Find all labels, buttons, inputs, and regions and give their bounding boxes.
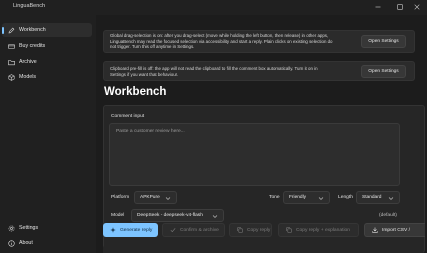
- generate-reply-label: Generate reply: [120, 227, 153, 233]
- sidebar-item-about[interactable]: About: [2, 236, 92, 250]
- gear-icon: [7, 224, 15, 232]
- chevron-down-icon: [212, 215, 218, 218]
- import-icon: [371, 227, 378, 234]
- sidebar-item-models[interactable]: Models: [2, 70, 92, 84]
- sidebar-item-buy-credits[interactable]: Buy credits: [2, 39, 92, 53]
- comment-input[interactable]: Paste a customer review here...: [109, 123, 400, 186]
- window-title: LinguaBench: [13, 3, 46, 9]
- copy-reply-explanation-label: Copy reply + explanation: [296, 227, 350, 233]
- sidebar-item-label: Archive: [19, 59, 37, 65]
- sparkle-icon: [109, 227, 116, 234]
- model-select[interactable]: DeepSeek - deepseek-v4-flash: [131, 209, 224, 222]
- pencil-icon: [7, 26, 15, 34]
- length-value: Standard: [362, 195, 382, 200]
- sidebar: Workbench Buy credits Archive Models Set…: [0, 15, 96, 253]
- sidebar-item-label: About: [19, 240, 33, 246]
- import-csv-button[interactable]: Import CSV /: [364, 223, 427, 237]
- close-button[interactable]: [407, 0, 427, 15]
- copy-reply-label: Copy reply: [247, 227, 271, 233]
- sidebar-item-label: Workbench: [19, 27, 46, 33]
- comment-input-label: Comment input: [111, 114, 145, 119]
- close-icon: [414, 4, 420, 10]
- copy-reply-button[interactable]: Copy reply: [229, 223, 272, 237]
- banner-text-line: not trigger. Turn this off anytime in Se…: [110, 44, 195, 49]
- info-icon: [7, 239, 15, 247]
- cube-icon: [7, 73, 15, 81]
- maximize-icon: [397, 4, 403, 10]
- confirm-archive-label: Confirm & archive: [180, 227, 219, 233]
- title-bar: LinguaBench: [0, 0, 427, 15]
- model-value: DeepSeek - deepseek-v4-flash: [137, 213, 203, 218]
- check-icon: [169, 227, 176, 234]
- clipboard-banner: Clipboard pre-fill is off: the app will …: [103, 61, 415, 81]
- copy-icon: [285, 227, 292, 234]
- sidebar-item-workbench[interactable]: Workbench: [2, 23, 92, 37]
- open-settings-button[interactable]: Open Settings: [361, 65, 406, 78]
- chevron-down-icon: [388, 197, 394, 200]
- sidebar-item-label: Settings: [19, 225, 39, 231]
- length-select[interactable]: Standard: [356, 191, 400, 204]
- credit-card-icon: [7, 42, 15, 50]
- page-title: Workbench: [104, 86, 167, 98]
- sidebar-item-archive[interactable]: Archive: [2, 55, 92, 69]
- platform-label: Platform: [111, 195, 130, 200]
- copy-reply-explanation-button[interactable]: Copy reply + explanation: [278, 223, 359, 237]
- comment-placeholder: Paste a customer review here...: [116, 129, 185, 134]
- import-csv-label: Import CSV /: [382, 227, 410, 233]
- length-label: Length: [338, 195, 353, 200]
- model-label: Model: [111, 213, 125, 218]
- next-section-card: [103, 245, 423, 253]
- banner-text-line: Settings if you want that behaviour.: [110, 71, 179, 77]
- copy-icon: [236, 227, 243, 234]
- model-default-hint: (default): [379, 213, 397, 218]
- folder-icon: [7, 58, 15, 66]
- chevron-down-icon: [318, 197, 324, 200]
- chevron-down-icon: [165, 197, 171, 200]
- sidebar-item-label: Buy credits: [19, 43, 46, 49]
- tone-label: Tone: [269, 195, 280, 200]
- active-indicator: [2, 27, 4, 34]
- confirm-archive-button[interactable]: Confirm & archive: [162, 223, 225, 237]
- sidebar-item-settings[interactable]: Settings: [2, 221, 92, 235]
- open-settings-button[interactable]: Open Settings: [361, 35, 406, 48]
- sidebar-item-label: Models: [19, 74, 37, 80]
- tone-value: Friendly: [289, 195, 307, 200]
- platform-select[interactable]: APKPure: [134, 191, 177, 204]
- generate-reply-button[interactable]: Generate reply: [103, 223, 158, 237]
- minimize-button[interactable]: [368, 0, 388, 15]
- platform-value: APKPure: [140, 195, 160, 200]
- tone-select[interactable]: Friendly: [283, 191, 330, 204]
- main-content: Global drag-selection is on: after you d…: [96, 15, 427, 253]
- minimize-icon: [375, 6, 381, 8]
- drag-selection-banner: Global drag-selection is on: after you d…: [103, 30, 415, 53]
